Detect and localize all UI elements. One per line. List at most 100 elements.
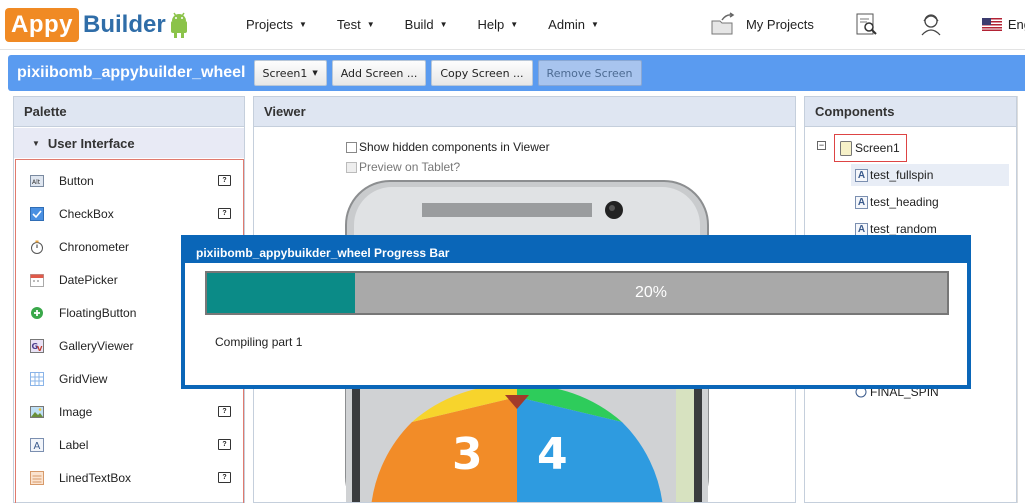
menu-label: Help [477, 16, 505, 32]
palette-item-label: Button [59, 173, 94, 188]
menu-label: Admin [548, 16, 586, 32]
palette-group-user-interface[interactable]: ▼ User Interface [14, 128, 244, 158]
right-nav: My Projects Eng [710, 0, 1025, 48]
appybuilder-logo[interactable]: Appy Builder [5, 4, 190, 46]
menu-test[interactable]: Test ▼ [337, 17, 375, 32]
svg-text:A: A [34, 441, 41, 452]
component-label: test_heading [870, 195, 939, 209]
logo-text-appy: Appy [11, 11, 73, 38]
menu-label: Build [404, 16, 434, 32]
scrollbar[interactable] [1017, 96, 1025, 503]
palette-item-label: Chronometer [59, 239, 130, 254]
menu-help[interactable]: Help ▼ [478, 17, 519, 32]
menu-admin[interactable]: Admin ▼ [548, 17, 599, 32]
caret-down-icon: ▼ [510, 19, 519, 29]
show-hidden-toggle[interactable]: Show hidden components in Viewer [346, 140, 550, 154]
label-icon: A [855, 168, 868, 182]
palette-title: Palette [14, 97, 244, 127]
help-icon[interactable]: ? [218, 208, 231, 219]
help-icon[interactable]: ? [218, 472, 231, 483]
progress-bar: 20% [205, 271, 949, 315]
user-support-icon[interactable] [918, 11, 944, 37]
speaker-grille-icon [422, 203, 592, 217]
remove-screen-button[interactable]: Remove Screen [537, 60, 642, 86]
caret-down-icon: ▼ [312, 69, 318, 77]
android-icon [170, 12, 187, 38]
help-icon[interactable]: ? [218, 175, 231, 186]
help-icon[interactable]: ? [218, 406, 231, 417]
components-title: Components [805, 97, 1016, 127]
palette-item-image[interactable]: Image ? [16, 395, 243, 428]
search-document-icon[interactable] [854, 11, 880, 37]
progress-dialog: pixiibomb_appybuikder_wheel Progress Bar… [181, 235, 971, 389]
stopwatch-icon [31, 240, 43, 254]
preview-tablet-toggle[interactable]: Preview on Tablet? [346, 160, 460, 174]
menu-label: Projects [246, 16, 293, 32]
calendar-icon [30, 273, 44, 287]
palette-item-label: Image [59, 404, 93, 419]
logo-badge: Appy [5, 8, 79, 42]
plus-circle-icon [31, 306, 43, 319]
screen-node-label: Screen1 [855, 141, 900, 155]
folder-arrow-icon [711, 12, 735, 35]
component-label: test_fullspin [870, 168, 934, 182]
my-projects-label: My Projects [745, 16, 814, 32]
language-selector[interactable]: Eng [1008, 17, 1025, 32]
palette-item-label: DatePicker [59, 272, 118, 287]
menu-build[interactable]: Build ▼ [405, 17, 448, 32]
lined-textbox-icon [30, 470, 44, 485]
palette-item-label: Label [59, 437, 89, 452]
viewer-title: Viewer [254, 97, 795, 127]
project-name: pixiibomb_appybuilder_wheel [17, 64, 246, 81]
tree-node-test-fullspin[interactable]: A test_fullspin [851, 164, 1009, 186]
top-nav: Appy Builder Projects ▼ Test ▼ Build ▼ Help… [0, 0, 1025, 50]
help-icon[interactable]: ? [218, 439, 231, 450]
my-projects-link[interactable]: My Projects [710, 12, 814, 36]
progress-percent-label: 20% [634, 284, 668, 301]
grid-icon [30, 371, 44, 386]
menu-label: Test [336, 16, 361, 32]
palette-item-label[interactable]: A Label ? [16, 428, 243, 461]
tree-node-test-heading[interactable]: A test_heading [851, 191, 939, 213]
collapse-icon[interactable]: − [817, 141, 826, 150]
palette-group-label: User Interface [47, 135, 135, 151]
svg-text:V: V [37, 345, 43, 353]
palette-item-label: LinedTextBox [59, 470, 132, 485]
palette-item-button[interactable]: Alt Button ? [16, 164, 243, 197]
project-toolbar: pixiibomb_appybuilder_wheel Screen1 ▼ Add… [8, 55, 1025, 91]
svg-text:Alt: Alt [32, 179, 41, 186]
label-icon: A [855, 195, 868, 209]
show-hidden-checkbox[interactable] [346, 141, 357, 153]
screen-select-button[interactable]: Screen1 ▼ [253, 60, 327, 86]
image-icon [30, 405, 44, 418]
menu-projects[interactable]: Projects ▼ [246, 17, 307, 32]
add-screen-button[interactable]: Add Screen ... [331, 60, 427, 86]
preview-tablet-checkbox[interactable] [346, 161, 357, 173]
gallery-icon: GV [30, 338, 44, 353]
show-hidden-label: Show hidden components in Viewer [359, 140, 550, 154]
preview-tablet-label: Preview on Tablet? [359, 160, 461, 174]
palette-item-label: CheckBox [59, 206, 114, 221]
triangle-down-icon: ▼ [32, 138, 40, 148]
main-menu: Projects ▼ Test ▼ Build ▼ Help ▼ Admin ▼ [246, 0, 629, 48]
palette-item-label: FloatingButton [59, 305, 137, 320]
copy-screen-button[interactable]: Copy Screen ... [431, 60, 533, 86]
palette-item-linedtextbox[interactable]: LinedTextBox ? [16, 461, 243, 494]
progress-dialog-body: 20% Compiling part 1 [185, 263, 967, 385]
tree-node-screen1[interactable]: Screen1 [834, 134, 907, 162]
svg-text:4: 4 [537, 429, 568, 480]
caret-down-icon: ▼ [591, 19, 599, 29]
checkbox-icon [30, 206, 44, 221]
palette-item-label: GridView [59, 371, 108, 386]
caret-down-icon: ▼ [366, 19, 375, 29]
us-flag-icon[interactable] [981, 17, 1002, 31]
component-label: test_random [870, 222, 937, 236]
palette-item-checkbox[interactable]: CheckBox ? [16, 197, 243, 230]
screen-icon [840, 140, 852, 156]
screen-select-label: Screen1 [262, 66, 308, 80]
label-icon: A [855, 222, 868, 236]
caret-down-icon: ▼ [439, 19, 448, 29]
button-icon: Alt [30, 174, 44, 187]
palette-item-label: GalleryViewer [59, 338, 134, 353]
progress-status-text: Compiling part 1 [215, 335, 303, 349]
